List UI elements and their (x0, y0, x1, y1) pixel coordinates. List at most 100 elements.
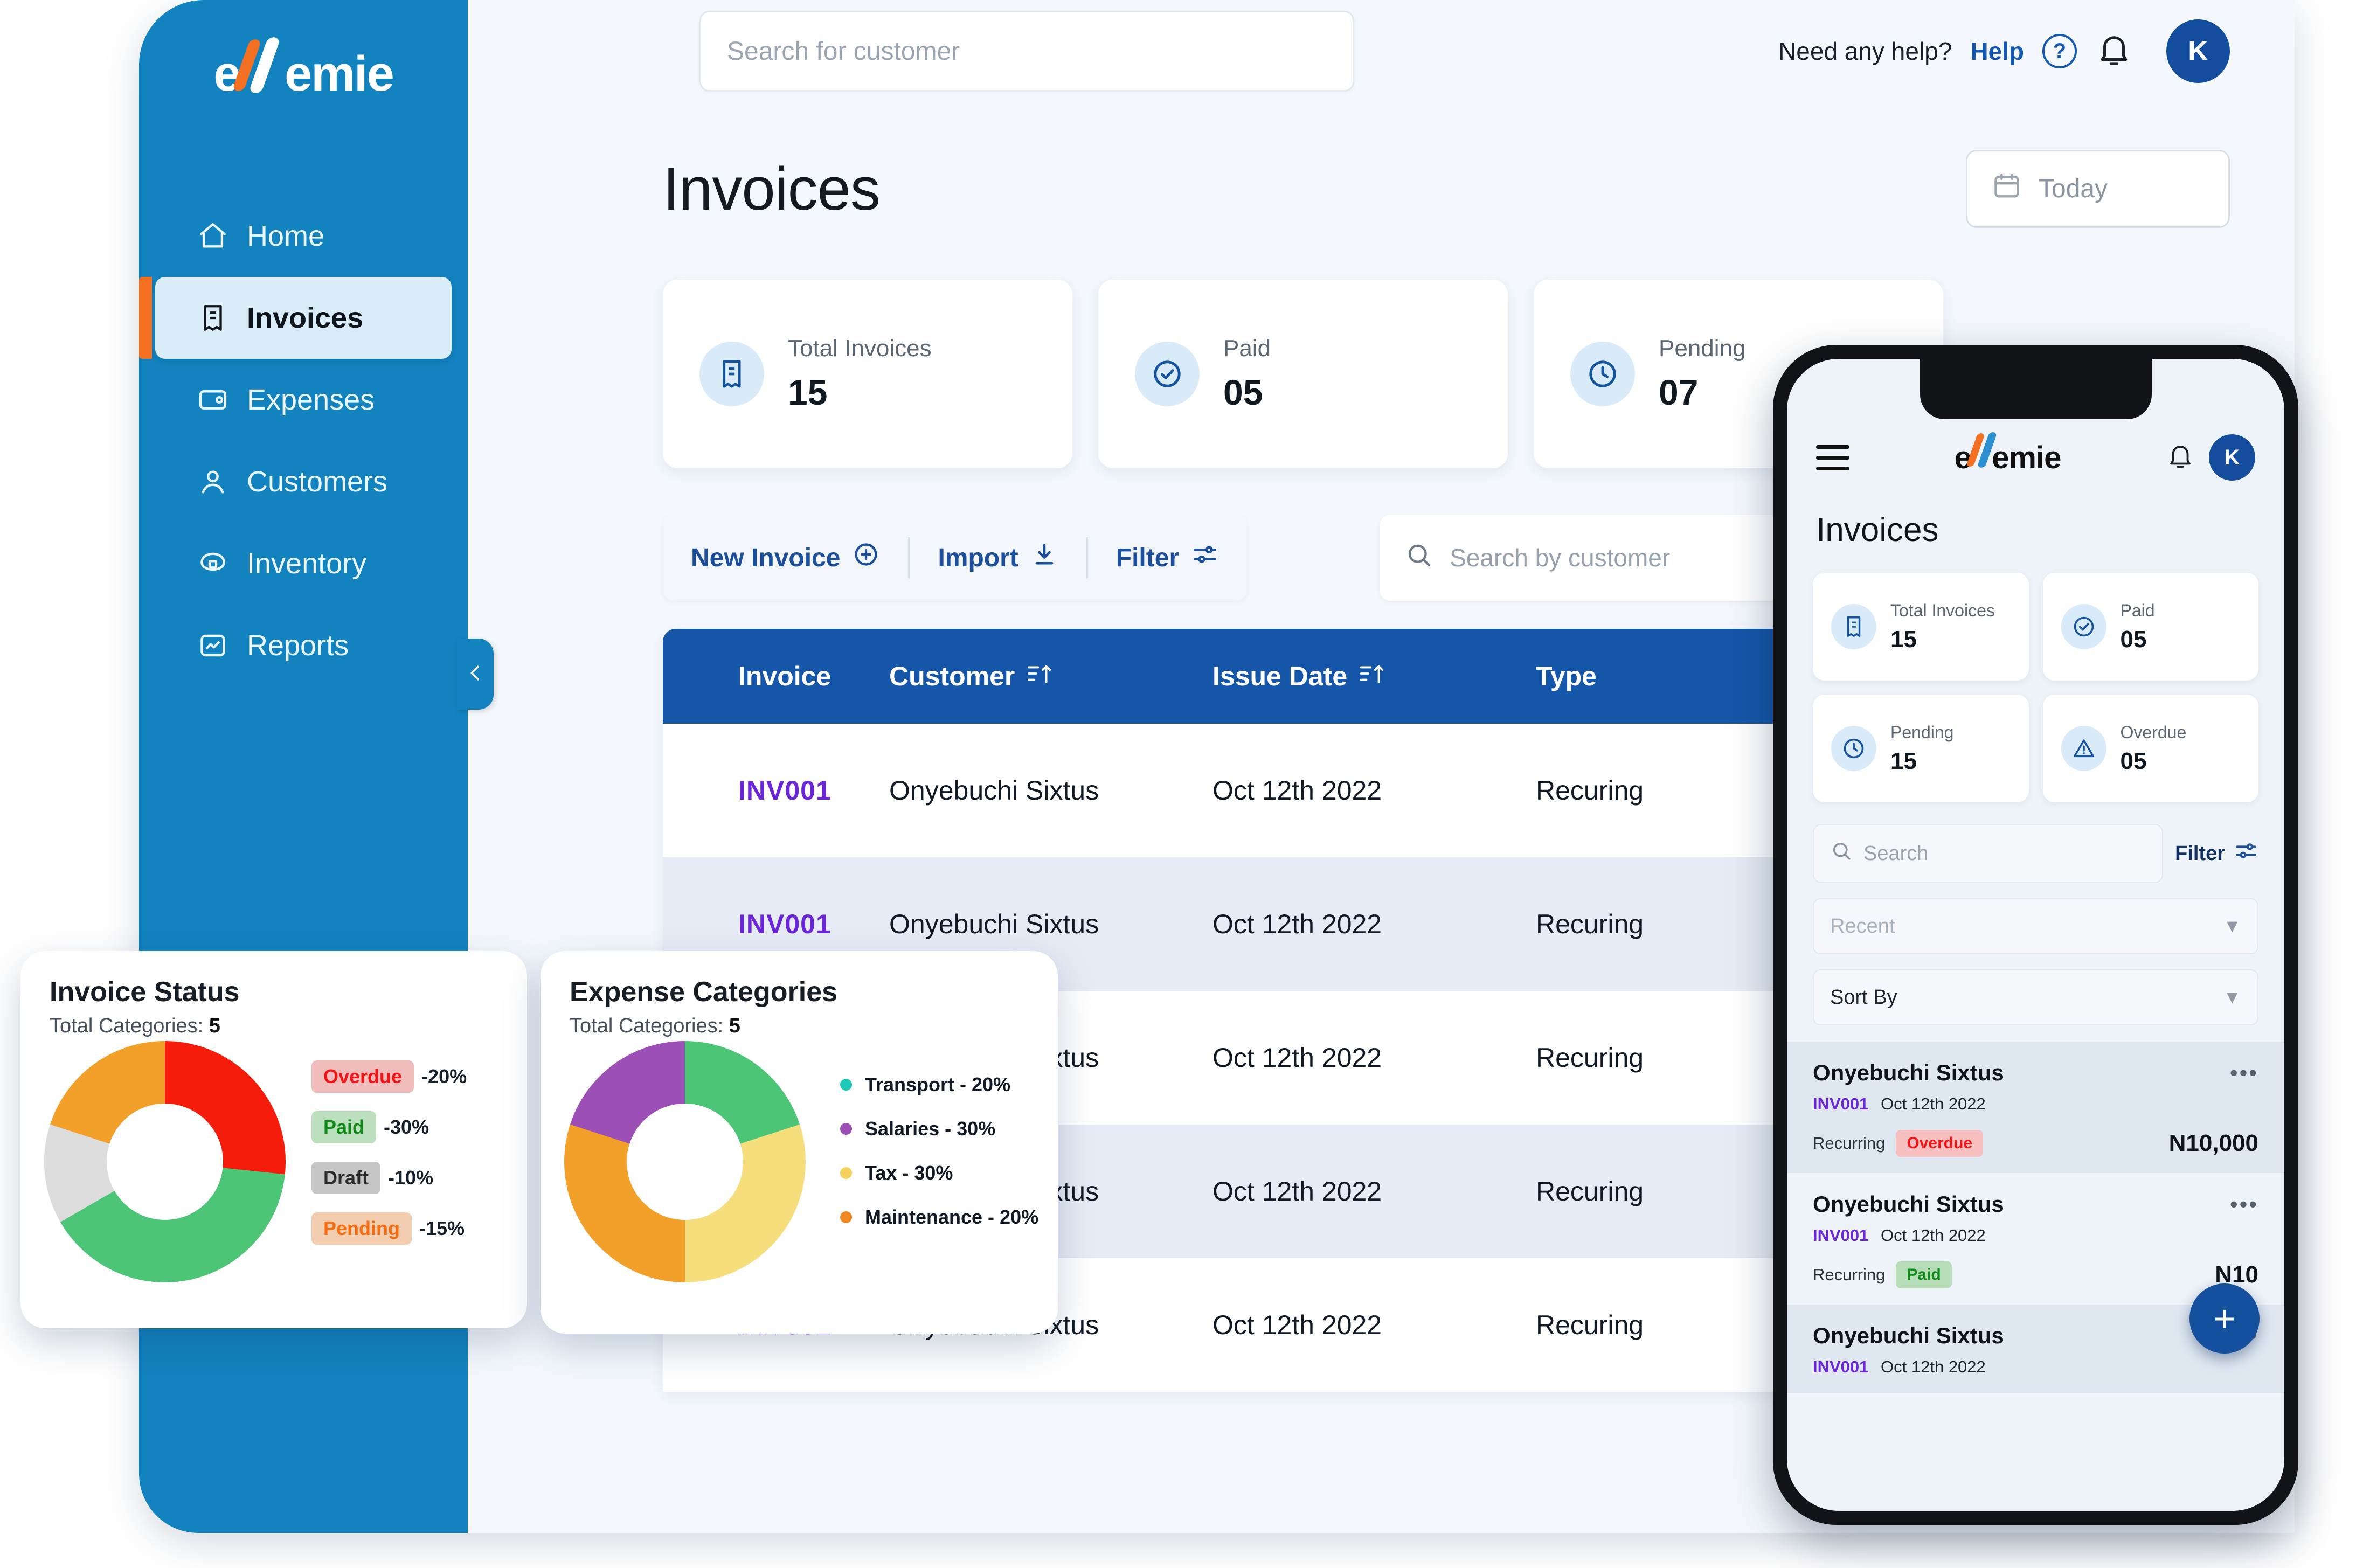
phone-stat-label: Paid (2120, 600, 2155, 620)
phone-invoice-id[interactable]: INV001 (1813, 1357, 1868, 1376)
chart-title: Invoice Status (50, 976, 240, 1008)
new-invoice-button[interactable]: New Invoice (663, 537, 908, 578)
more-options-icon[interactable]: ••• (2230, 1060, 2258, 1086)
sort-icon[interactable] (1027, 661, 1054, 692)
phone-invoice-date: Oct 12th 2022 (1881, 1357, 1986, 1376)
table-search-input[interactable]: Search by customer (1380, 515, 1811, 601)
cell-invoice[interactable]: INV001 (663, 908, 889, 940)
phone-invoice-id[interactable]: INV001 (1813, 1094, 1868, 1113)
phone-invoice-date: Oct 12th 2022 (1881, 1226, 1986, 1245)
phone-search-input[interactable]: Search (1813, 824, 2164, 883)
sidebar-collapse-button[interactable] (457, 639, 494, 710)
sidebar-item-label: Home (247, 220, 325, 252)
reports-icon (197, 630, 228, 661)
column-header-type[interactable]: Type (1536, 661, 1794, 692)
hamburger-menu-icon[interactable] (1816, 445, 1849, 470)
phone-stat-card-paid[interactable]: Paid 05 (2042, 573, 2258, 681)
sidebar-item-label: Invoices (247, 302, 364, 334)
phone-sortby-dropdown[interactable]: Sort By ▼ (1813, 969, 2258, 1025)
chevron-left-icon (465, 662, 486, 686)
stat-card-total-invoices[interactable]: Total Invoices 15 (663, 280, 1072, 468)
chart-legend: Transport - 20% Salaries - 30% Tax - 30%… (840, 1073, 1038, 1250)
phone-stat-grid: Total Invoices 15 Paid 05 Pending 15 Ove… (1787, 549, 2284, 802)
question-circle-icon[interactable]: ? (2042, 34, 2077, 68)
list-item[interactable]: Onyebuchi Sixtus ••• INV001 Oct 12th 202… (1787, 1042, 2284, 1173)
stat-label: Total Invoices (788, 335, 932, 362)
date-filter-button[interactable]: Today (1966, 150, 2230, 228)
phone-stat-value: 05 (2120, 626, 2147, 653)
phone-stat-card-overdue[interactable]: Overdue 05 (2042, 695, 2258, 802)
bell-icon[interactable] (2095, 31, 2133, 72)
bell-icon[interactable] (2166, 442, 2195, 474)
legend-dot-icon (840, 1079, 852, 1091)
legend-label: Maintenance - 20% (865, 1206, 1039, 1228)
donut-chart (44, 1041, 286, 1282)
cell-date: Oct 12th 2022 (1212, 1310, 1382, 1340)
chevron-down-icon: ▼ (2223, 915, 2241, 936)
sidebar-item-customers[interactable]: Customers (155, 441, 452, 523)
cell-invoice[interactable]: INV001 (663, 775, 889, 806)
date-filter-label: Today (2039, 175, 2108, 203)
new-invoice-label: New Invoice (691, 543, 841, 572)
warning-icon (2061, 726, 2106, 771)
sort-icon[interactable] (1359, 661, 1386, 692)
sidebar-item-inventory[interactable]: Inventory (155, 523, 452, 605)
legend-item: Transport - 20% (840, 1073, 1038, 1096)
legend-label: Draft (311, 1162, 381, 1194)
search-placeholder: Search for customer (727, 37, 960, 66)
chart-subtitle: Total Categories: 5 (50, 1015, 220, 1037)
filter-sliders-icon (1191, 540, 1219, 575)
legend-label: Salaries - 30% (865, 1118, 996, 1140)
sidebar-item-invoices[interactable]: Invoices (139, 277, 452, 359)
phone-stat-value: 05 (2120, 747, 2147, 774)
phone-invoice-id[interactable]: INV001 (1813, 1226, 1868, 1245)
chart-legend: Overdue -20% Paid -30% Draft -10% Pendin… (311, 1060, 467, 1263)
legend-item: Overdue -20% (311, 1060, 467, 1093)
app-logo[interactable]: e emie (139, 23, 468, 125)
add-invoice-fab[interactable]: + (2189, 1283, 2260, 1354)
legend-label: Tax - 30% (865, 1162, 953, 1184)
avatar[interactable]: K (2166, 19, 2230, 83)
phone-stat-label: Pending (1890, 722, 1954, 742)
sidebar-item-expenses[interactable]: Expenses (155, 359, 452, 441)
column-header-issue-date[interactable]: Issue Date (1212, 661, 1536, 692)
avatar[interactable]: K (2208, 434, 2255, 481)
sidebar-item-home[interactable]: Home (155, 195, 452, 277)
help-link[interactable]: Help (1970, 37, 2024, 66)
column-header-customer[interactable]: Customer (889, 661, 1212, 692)
chart-header: Invoice Status Total Categories: 5 (20, 951, 527, 1038)
phone-stat-card-pending[interactable]: Pending 15 (1813, 695, 2029, 802)
phone-filter-label: Filter (2175, 842, 2225, 865)
phone-screen: e emie K Invoices Total Invoices 15 Paid… (1787, 359, 2284, 1511)
sidebar-item-reports[interactable]: Reports (155, 605, 452, 686)
phone-search-row: Search Filter (1787, 802, 2284, 883)
cell-date: Oct 12th 2022 (1212, 1043, 1382, 1073)
phone-recent-value: Recent (1830, 914, 1895, 938)
phone-stat-card-total-invoices[interactable]: Total Invoices 15 (1813, 573, 2029, 681)
more-options-icon[interactable]: ••• (2230, 1191, 2258, 1217)
legend-label: Overdue (311, 1060, 414, 1093)
stat-card-paid[interactable]: Paid 05 (1098, 280, 1508, 468)
legend-dot-icon (840, 1211, 852, 1223)
clock-icon (1831, 726, 1876, 771)
legend-value: -10% (388, 1167, 434, 1189)
search-input[interactable]: Search for customer (699, 11, 1354, 92)
legend-value: -30% (384, 1116, 429, 1138)
cell-type: Recuring (1536, 1176, 1644, 1206)
stat-label: Paid (1223, 335, 1271, 362)
column-header-invoice[interactable]: Invoice (663, 661, 889, 692)
chart-title: Expense Categories (570, 976, 838, 1008)
table-search-placeholder: Search by customer (1450, 544, 1671, 572)
phone-recent-dropdown[interactable]: Recent ▼ (1813, 898, 2258, 954)
phone-customer-name: Onyebuchi Sixtus (1813, 1191, 2004, 1217)
mobile-phone-mockup: e emie K Invoices Total Invoices 15 Paid… (1773, 345, 2298, 1525)
filter-button[interactable]: Filter (1086, 537, 1247, 578)
phone-invoice-type: Recurring (1813, 1134, 1886, 1153)
list-item[interactable]: Onyebuchi Sixtus ••• INV001 Oct 12th 202… (1787, 1173, 2284, 1305)
receipt-icon (699, 342, 764, 406)
phone-app-logo: e emie (1954, 440, 2062, 475)
chart-subtitle: Total Categories: 5 (570, 1015, 740, 1037)
phone-filter-button[interactable]: Filter (2175, 838, 2258, 869)
import-button[interactable]: Import (908, 537, 1086, 578)
legend-item: Draft -10% (311, 1162, 467, 1194)
